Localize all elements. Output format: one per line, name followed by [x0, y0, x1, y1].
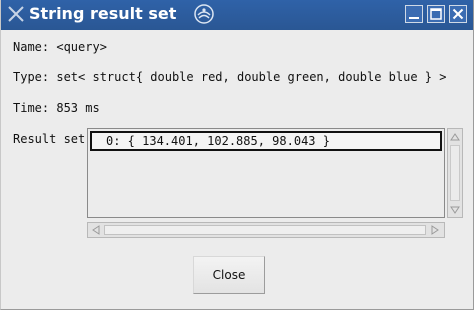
scroll-left-button[interactable]: [89, 224, 103, 236]
window-menu-icon[interactable]: [7, 5, 25, 23]
query-type-text: Type: set< struct{ double red, double gr…: [13, 70, 447, 84]
arrow-left-icon: [92, 225, 100, 235]
arrow-up-icon: [450, 133, 460, 141]
result-list-item[interactable]: 0: { 134.401, 102.885, 98.043 }: [90, 131, 442, 151]
close-button[interactable]: Close: [193, 256, 265, 294]
close-window-button[interactable]: [449, 5, 467, 23]
minimize-icon: [409, 17, 419, 19]
window-title: String result set: [29, 4, 177, 23]
arrow-right-icon: [431, 225, 439, 235]
arrow-down-icon: [450, 206, 460, 214]
close-icon: [452, 8, 464, 20]
scroll-up-button[interactable]: [449, 130, 461, 144]
scroll-right-button[interactable]: [428, 224, 442, 236]
maximize-button[interactable]: [427, 5, 445, 23]
result-list[interactable]: 0: { 134.401, 102.885, 98.043 }: [87, 128, 445, 218]
vertical-scroll-track[interactable]: [450, 145, 460, 201]
minimize-button[interactable]: [405, 5, 423, 23]
horizontal-scrollbar[interactable]: [87, 222, 445, 238]
horizontal-scroll-thumb[interactable]: [104, 225, 426, 235]
vertical-scrollbar[interactable]: [447, 128, 463, 218]
app-icon: [193, 3, 215, 25]
dialog-window: String result set Name: <query> Type: se…: [0, 0, 474, 310]
maximize-icon: [430, 8, 442, 20]
scroll-down-button[interactable]: [449, 203, 461, 217]
title-bar[interactable]: String result set: [1, 0, 473, 30]
result-set-label: Result set: [13, 132, 86, 146]
query-name-text: Name: <query>: [13, 40, 107, 54]
query-time-text: Time: 853 ms: [13, 101, 100, 115]
